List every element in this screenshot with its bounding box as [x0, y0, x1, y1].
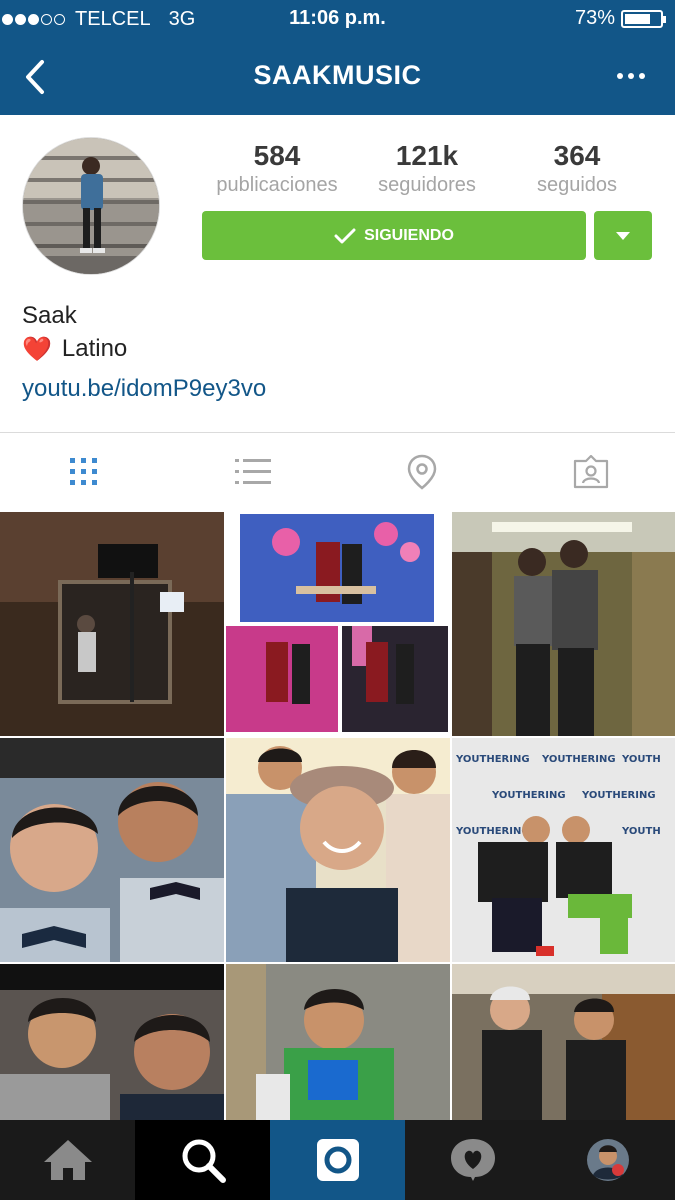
battery-icon — [621, 9, 666, 28]
photo-thumbnail[interactable] — [226, 964, 450, 1120]
activity-heart-icon — [450, 1139, 495, 1181]
profile-website-link[interactable]: youtu.be/idomP9ey3vo — [22, 375, 266, 403]
following-button-label: SIGUIENDO — [364, 226, 454, 244]
following-label: seguidos — [536, 174, 618, 196]
tab-grid[interactable] — [0, 433, 168, 511]
tab-search[interactable] — [135, 1120, 270, 1200]
posts-count: 584 — [253, 140, 301, 171]
triangle-down-icon — [616, 231, 630, 240]
tab-location[interactable] — [338, 433, 506, 511]
svg-text:YOUTHERING: YOUTHERING — [491, 790, 566, 801]
camera-icon — [316, 1139, 359, 1181]
tab-list[interactable] — [169, 433, 337, 511]
tagged-photos-icon — [573, 455, 609, 489]
tab-activity[interactable] — [405, 1120, 540, 1200]
photo-thumbnail[interactable] — [0, 964, 224, 1120]
stat-following[interactable]: 364 seguidos — [502, 140, 652, 197]
tab-profile[interactable] — [540, 1120, 675, 1200]
clock: 11:06 p.m. — [289, 7, 386, 29]
profile-avatar[interactable] — [22, 137, 160, 275]
profile-avatar-icon — [586, 1139, 629, 1181]
page-title: SAAKMUSIC — [253, 60, 422, 90]
tab-tagged[interactable] — [507, 433, 675, 511]
battery-percent: 73% — [574, 7, 615, 29]
more-options-button[interactable] — [617, 70, 647, 82]
home-icon — [43, 1140, 92, 1180]
photo-thumbnail[interactable] — [452, 964, 675, 1120]
svg-text:YOUTHERING: YOUTHERING — [455, 754, 530, 765]
posts-label: publicaciones — [216, 174, 338, 196]
photo-thumbnail[interactable] — [0, 738, 224, 962]
svg-text:YOUTHERING: YOUTHERING — [541, 754, 616, 765]
status-bar: TELCEL 3G 11:06 p.m. 73% — [0, 0, 675, 38]
tab-camera[interactable] — [270, 1120, 405, 1200]
location-icon — [407, 454, 437, 490]
checkmark-icon — [334, 228, 356, 243]
following-count: 364 — [553, 140, 601, 171]
photo-thumbnail[interactable] — [226, 512, 450, 736]
photo-thumbnail[interactable] — [0, 512, 224, 736]
search-icon — [182, 1139, 226, 1183]
grid-icon — [70, 458, 97, 485]
profile-bio: ❤️ Latino — [22, 335, 127, 363]
tab-home[interactable] — [0, 1120, 135, 1200]
profile-name: Saak — [22, 302, 77, 329]
suggestions-dropdown-button[interactable] — [594, 211, 652, 260]
bottom-tab-bar — [0, 1120, 675, 1200]
stat-followers[interactable]: 121k seguidores — [352, 140, 502, 197]
heart-emoji: ❤️ — [22, 335, 52, 363]
photo-thumbnail[interactable] — [452, 512, 675, 736]
header: TELCEL 3G 11:06 p.m. 73% SAAKMUSIC — [0, 0, 675, 115]
photo-thumbnail[interactable] — [226, 738, 450, 962]
followers-label: seguidores — [378, 174, 476, 196]
more-dots-icon — [617, 73, 623, 79]
stat-posts[interactable]: 584 publicaciones — [202, 140, 352, 197]
profile-view-tabs — [0, 433, 675, 511]
photo-thumbnail[interactable]: YOUTHERING YOUTHERING YOUTH YOUTHERING YOUT… — [452, 738, 675, 962]
svg-text:YOUTHERING: YOUTHERING — [581, 790, 656, 801]
svg-text:YOUTH: YOUTH — [621, 826, 661, 837]
profile-photo — [23, 138, 159, 274]
list-icon — [235, 459, 271, 484]
bio-text: Latino — [61, 335, 128, 362]
following-button[interactable]: SIGUIENDO — [202, 211, 586, 260]
photo-grid: YOUTHERING YOUTHERING YOUTH YOUTHERING YOUT… — [0, 512, 675, 1120]
followers-count: 121k — [395, 140, 459, 171]
svg-text:YOUTHERING: YOUTHERING — [455, 826, 530, 837]
svg-text:YOUTH: YOUTH — [621, 754, 661, 765]
